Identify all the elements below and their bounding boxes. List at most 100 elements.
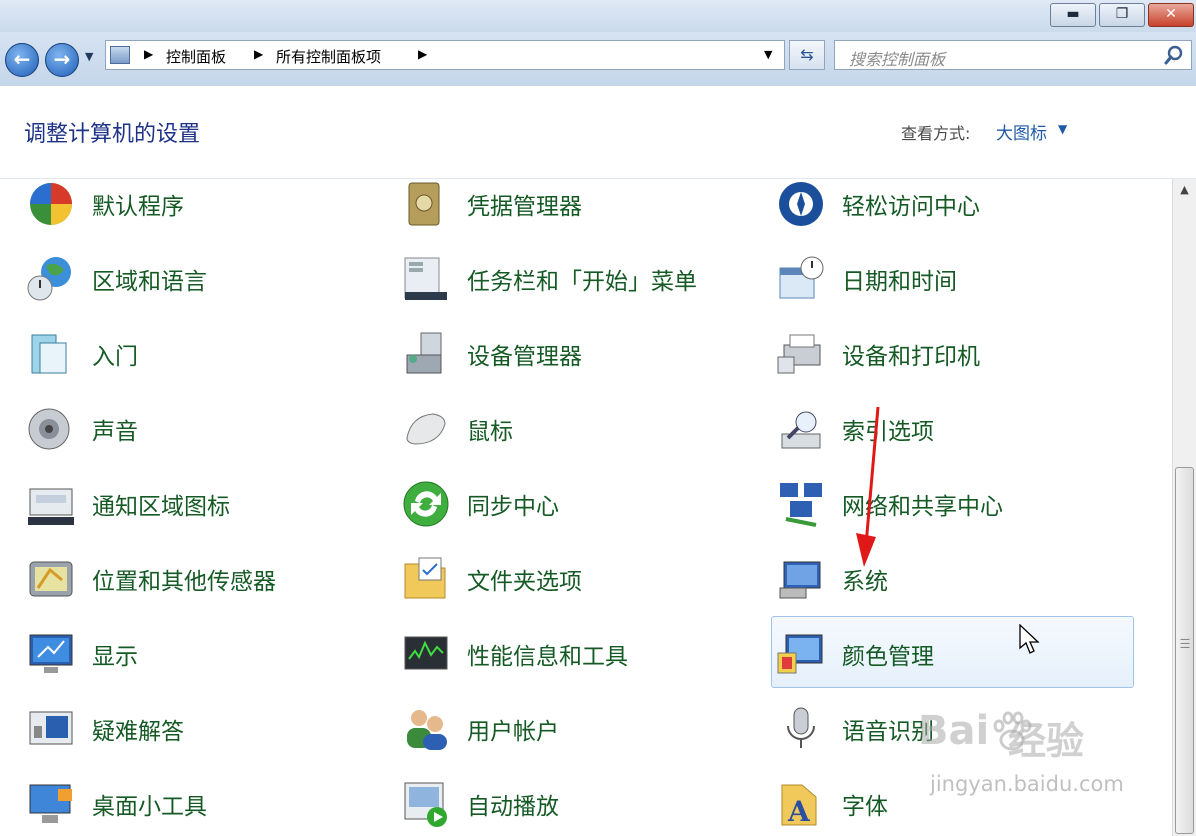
back-button[interactable]: ← xyxy=(5,43,39,77)
getting-started-icon xyxy=(31,334,67,374)
desktop-gadgets-icon xyxy=(29,784,72,823)
control-panel-item[interactable]: 默认程序 xyxy=(26,179,366,235)
close-button[interactable]: ✕ xyxy=(1148,3,1194,27)
troubleshooting-icon xyxy=(29,711,73,745)
control-panel-item-label[interactable]: 设备和打印机 xyxy=(842,337,980,371)
default-programs-icon xyxy=(30,183,72,225)
control-panel-item[interactable]: 网络和共享中心 xyxy=(776,473,1116,535)
credential-manager-icon xyxy=(408,182,440,226)
control-panel-item-label[interactable]: 通知区域图标 xyxy=(92,487,230,521)
control-panel-item-label[interactable]: 位置和其他传感器 xyxy=(92,562,276,596)
breadcrumb-chevron-icon[interactable]: ▶ xyxy=(418,47,427,61)
control-panel-item[interactable]: 自动播放 xyxy=(401,773,741,835)
refresh-icon: ⇆ xyxy=(800,45,814,64)
user-accounts-icon xyxy=(407,710,447,750)
control-panel-item-label[interactable]: 文件夹选项 xyxy=(467,562,582,596)
maximize-button[interactable]: ❐ xyxy=(1099,3,1145,27)
grip-icon: — — — xyxy=(1180,634,1190,653)
speech-recognition-icon xyxy=(787,707,815,748)
control-panel-item-label[interactable]: 颜色管理 xyxy=(842,637,934,671)
control-panel-item-label[interactable]: 区域和语言 xyxy=(92,262,207,296)
control-panel-item[interactable]: 设备和打印机 xyxy=(776,323,1116,385)
search-box[interactable]: 搜索控制面板 xyxy=(834,40,1192,70)
view-by-dropdown[interactable]: 大图标 xyxy=(996,119,1047,144)
control-panel-item-label[interactable]: 性能信息和工具 xyxy=(467,637,628,671)
scrollbar-thumb[interactable]: — — — xyxy=(1175,467,1194,834)
control-panel-item[interactable]: 同步中心 xyxy=(401,473,741,535)
back-arrow-icon: ← xyxy=(13,47,31,71)
control-panel-item[interactable]: 系统 xyxy=(776,548,1116,610)
forward-arrow-icon: → xyxy=(53,47,71,71)
breadcrumb-chevron-icon[interactable]: ▶ xyxy=(254,47,263,61)
control-panel-item[interactable]: 入门 xyxy=(26,323,366,385)
breadcrumb-chevron-icon[interactable]: ▶ xyxy=(144,47,153,61)
control-panel-item-label[interactable]: 凭据管理器 xyxy=(467,187,582,221)
control-panel-item-label[interactable]: 默认程序 xyxy=(92,187,184,221)
control-panel-item-label[interactable]: 鼠标 xyxy=(467,412,513,446)
control-panel-icon xyxy=(110,46,130,64)
taskbar-start-icon xyxy=(404,257,447,300)
title-bar: ▬ ❐ ✕ xyxy=(0,0,1196,32)
control-panel-item[interactable]: 位置和其他传感器 xyxy=(26,548,366,610)
control-panel-items: 默认程序 凭据管理器 轻松访问中心区域和语言 任务栏和「开始」菜单 日期和时间入门 设备管… xyxy=(0,179,1172,836)
control-panel-item-label[interactable]: 设备管理器 xyxy=(467,337,582,371)
control-panel-item[interactable]: 鼠标 xyxy=(401,398,741,460)
sound-icon xyxy=(28,408,70,450)
control-panel-item[interactable]: 任务栏和「开始」菜单 xyxy=(401,248,741,310)
control-panel-item-label[interactable]: 日期和时间 xyxy=(842,262,957,296)
minimize-button[interactable]: ▬ xyxy=(1050,3,1096,27)
close-icon: ✕ xyxy=(1165,6,1177,22)
control-panel-item-label[interactable]: 字体 xyxy=(842,787,888,821)
devices-printers-icon xyxy=(777,334,821,374)
breadcrumb-control-panel[interactable]: 控制面板 xyxy=(166,46,226,67)
control-panel-item[interactable]: 颜色管理 xyxy=(776,623,1116,685)
control-panel-item[interactable]: 语音识别 xyxy=(776,698,1116,760)
control-panel-item-label[interactable]: 声音 xyxy=(92,412,138,446)
network-sharing-icon xyxy=(780,483,822,527)
refresh-button[interactable]: ⇆ xyxy=(789,40,825,70)
control-panel-item[interactable]: A 字体 xyxy=(776,773,1116,835)
mouse-cursor-icon xyxy=(1019,624,1040,654)
control-panel-item[interactable]: 设备管理器 xyxy=(401,323,741,385)
control-panel-item-label[interactable]: 同步中心 xyxy=(467,487,559,521)
view-by-chevron-icon[interactable]: ▼ xyxy=(1058,122,1067,136)
control-panel-item-label[interactable]: 桌面小工具 xyxy=(92,787,207,821)
minimize-icon: ▬ xyxy=(1066,6,1080,22)
vertical-scrollbar[interactable]: ▲ — — — xyxy=(1172,179,1196,836)
breadcrumb-all-items[interactable]: 所有控制面板项 xyxy=(276,46,381,67)
control-panel-item[interactable]: 性能信息和工具 xyxy=(401,623,741,685)
control-panel-item[interactable]: 疑难解答 xyxy=(26,698,366,760)
control-panel-item[interactable]: 声音 xyxy=(26,398,366,460)
annotation-arrow xyxy=(856,406,880,567)
control-panel-item[interactable]: 用户帐户 xyxy=(401,698,741,760)
control-panel-item[interactable]: 日期和时间 xyxy=(776,248,1116,310)
control-panel-item-label[interactable]: 自动播放 xyxy=(467,787,559,821)
scroll-up-arrow-icon[interactable]: ▲ xyxy=(1173,179,1196,201)
address-bar[interactable]: ▶ 控制面板 ▶ 所有控制面板项 ▶ ▼ xyxy=(105,40,785,70)
control-panel-item-label[interactable]: 显示 xyxy=(92,637,138,671)
control-panel-item[interactable]: 显示 xyxy=(26,623,366,685)
control-panel-item-label[interactable]: 疑难解答 xyxy=(92,712,184,746)
control-panel-item[interactable]: 桌面小工具 xyxy=(26,773,366,835)
search-input[interactable]: 搜索控制面板 xyxy=(849,46,945,70)
control-panel-item-label[interactable]: 任务栏和「开始」菜单 xyxy=(467,262,697,296)
control-panel-item-label[interactable]: 入门 xyxy=(92,337,138,371)
search-icon[interactable] xyxy=(1163,44,1185,66)
folder-options-icon xyxy=(404,557,446,599)
control-panel-item[interactable]: 索引选项 xyxy=(776,398,1116,460)
control-panel-item-label[interactable]: 用户帐户 xyxy=(467,712,559,746)
address-dropdown-icon[interactable]: ▼ xyxy=(764,48,772,61)
control-panel-item[interactable]: 通知区域图标 xyxy=(26,473,366,535)
control-panel-item-label[interactable]: 语音识别 xyxy=(842,712,934,746)
control-panel-item[interactable]: 文件夹选项 xyxy=(401,548,741,610)
svg-text:A: A xyxy=(787,795,811,828)
sync-center-icon xyxy=(403,481,449,527)
control-panel-item-label[interactable]: 轻松访问中心 xyxy=(842,187,980,221)
control-panel-item[interactable]: 轻松访问中心 xyxy=(776,179,1116,235)
control-panel-item[interactable]: 区域和语言 xyxy=(26,248,366,310)
forward-button[interactable]: → xyxy=(45,43,79,77)
ease-of-access-icon xyxy=(779,182,823,226)
recent-pages-dropdown[interactable]: ▼ xyxy=(85,50,93,63)
control-panel-item[interactable]: 凭据管理器 xyxy=(401,179,741,235)
color-management-icon xyxy=(777,634,823,674)
